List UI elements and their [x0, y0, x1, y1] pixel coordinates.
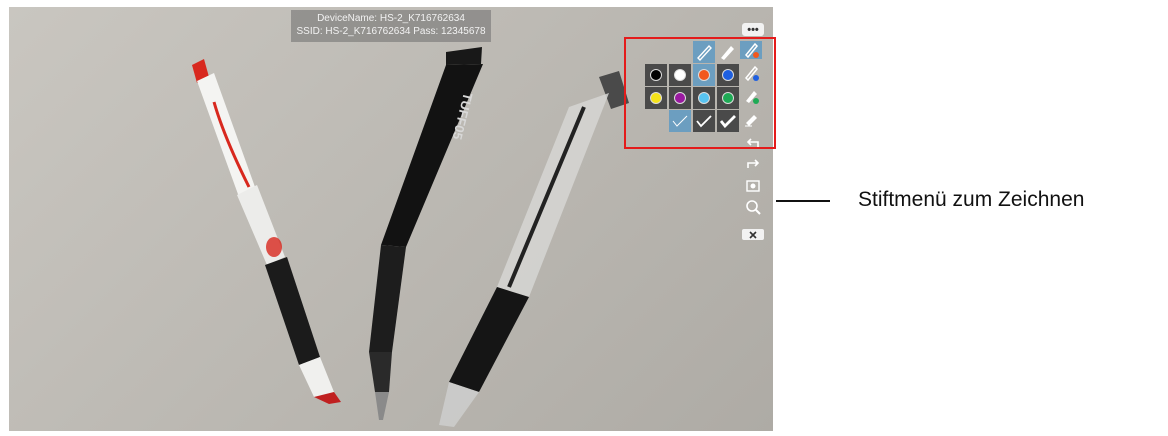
device-name-text: DeviceName: HS-2_K716762634 [317, 13, 465, 24]
more-button[interactable]: ••• [742, 23, 764, 36]
redo-button[interactable] [742, 155, 764, 173]
more-icon: ••• [747, 23, 759, 36]
zoom-button[interactable] [742, 198, 764, 216]
pen-menu-highlight [624, 37, 776, 149]
zoom-icon [746, 200, 761, 215]
close-icon [749, 230, 757, 239]
close-button[interactable] [742, 229, 764, 240]
redo-icon [747, 159, 760, 168]
white-red-pen [192, 59, 341, 404]
snapshot-button[interactable] [742, 176, 764, 194]
annotation-caption: Stiftmenü zum Zeichnen [858, 188, 1085, 211]
annotation-line [776, 200, 830, 202]
ssid-text: SSID: HS-2_K716762634 Pass: 12345678 [296, 26, 486, 37]
device-info-banner: DeviceName: HS-2_K716762634 SSID: HS-2_K… [291, 10, 491, 42]
snapshot-icon [746, 180, 760, 192]
